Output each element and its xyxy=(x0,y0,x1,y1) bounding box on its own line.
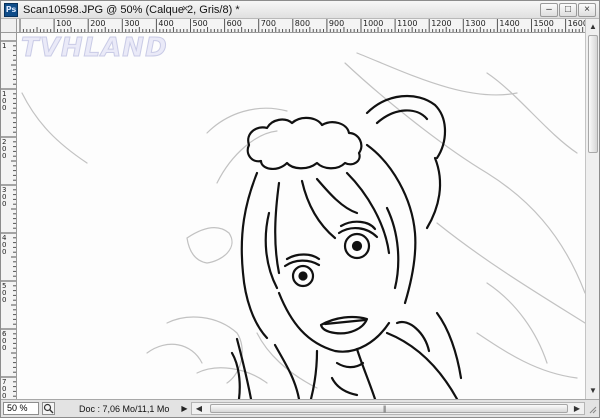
horizontal-ruler[interactable]: 100 200 300 400 500 600 700 800 900 1000 1100 1200 1… xyxy=(17,19,585,33)
scroll-up-arrow-icon[interactable]: ▲ xyxy=(587,21,599,33)
scroll-left-arrow-icon[interactable]: ◀ xyxy=(193,403,205,414)
ruler-label: 1100 xyxy=(397,19,418,28)
ruler-label: 1000 xyxy=(363,19,384,28)
resize-grip-icon[interactable] xyxy=(587,404,597,414)
ruler-label: 1600 xyxy=(567,19,585,28)
ruler-label: 200 xyxy=(2,138,7,160)
ruler-label: 400 xyxy=(158,19,174,28)
scroll-grip-icon: ||| xyxy=(383,406,387,413)
ruler-label: 100 xyxy=(56,19,72,28)
document-title: Scan10598.JPG @ 50% (Calque 2, Gris/8) * xyxy=(23,4,240,16)
horizontal-scroll-thumb[interactable]: ||| xyxy=(210,404,568,413)
ruler-label: 1 xyxy=(2,42,7,50)
ruler-label: 300 xyxy=(2,186,7,208)
line-art-drawing xyxy=(21,52,585,399)
maximize-button[interactable]: □ xyxy=(559,3,577,17)
close-icon[interactable]: × xyxy=(182,3,188,15)
ink-line-art xyxy=(230,94,463,399)
minimize-button[interactable]: – xyxy=(540,3,558,17)
ruler-label: 500 xyxy=(192,19,208,28)
ruler-label: 300 xyxy=(124,19,140,28)
document-size-info: Doc : 7,06 Mo/11,1 Mo xyxy=(79,404,170,414)
ruler-label: 1400 xyxy=(499,19,520,28)
photoshop-document-window: Ps Scan10598.JPG @ 50% (Calque 2, Gris/8… xyxy=(0,0,600,418)
ruler-label: 600 xyxy=(226,19,242,28)
document-canvas[interactable]: TVHLAND xyxy=(17,33,585,399)
horizontal-scrollbar[interactable]: ◀ ||| ▶ xyxy=(191,402,585,415)
scroll-right-arrow-icon[interactable]: ▶ xyxy=(571,403,583,414)
document-title-bar[interactable]: Ps Scan10598.JPG @ 50% (Calque 2, Gris/8… xyxy=(1,1,599,19)
vertical-scrollbar[interactable]: ▲ ▼ xyxy=(585,19,599,399)
ruler-label: 1300 xyxy=(465,19,486,28)
ruler-label: 400 xyxy=(2,234,7,256)
ruler-label: 700 xyxy=(2,378,7,400)
vertical-scroll-thumb[interactable] xyxy=(588,35,598,153)
ruler-label: 1500 xyxy=(533,19,554,28)
pencil-sketch-lines xyxy=(21,52,585,389)
close-window-button[interactable]: × xyxy=(578,3,596,17)
status-menu-arrow-icon[interactable]: ▶ xyxy=(179,403,190,415)
ruler-label: 100 xyxy=(2,90,7,112)
scroll-down-arrow-icon[interactable]: ▼ xyxy=(587,385,599,397)
status-bar: 50 % Doc : 7,06 Mo/11,1 Mo ▶ ◀ ||| ▶ xyxy=(1,399,599,417)
vertical-ruler[interactable]: 1 100 200 300 400 500 600 700 xyxy=(1,33,17,399)
zoom-icon[interactable] xyxy=(42,402,55,415)
ruler-label: 800 xyxy=(294,19,311,28)
ruler-label: 1200 xyxy=(431,19,452,28)
magnifier-icon xyxy=(43,403,54,414)
ruler-label: 900 xyxy=(328,19,345,28)
ruler-label: 700 xyxy=(260,19,276,28)
ruler-label: 200 xyxy=(90,19,106,28)
zoom-level-field[interactable]: 50 % xyxy=(3,402,39,415)
ruler-label: 500 xyxy=(2,282,7,304)
photoshop-icon: Ps xyxy=(4,3,18,17)
ruler-origin[interactable] xyxy=(1,19,17,33)
ruler-label: 600 xyxy=(2,330,7,352)
